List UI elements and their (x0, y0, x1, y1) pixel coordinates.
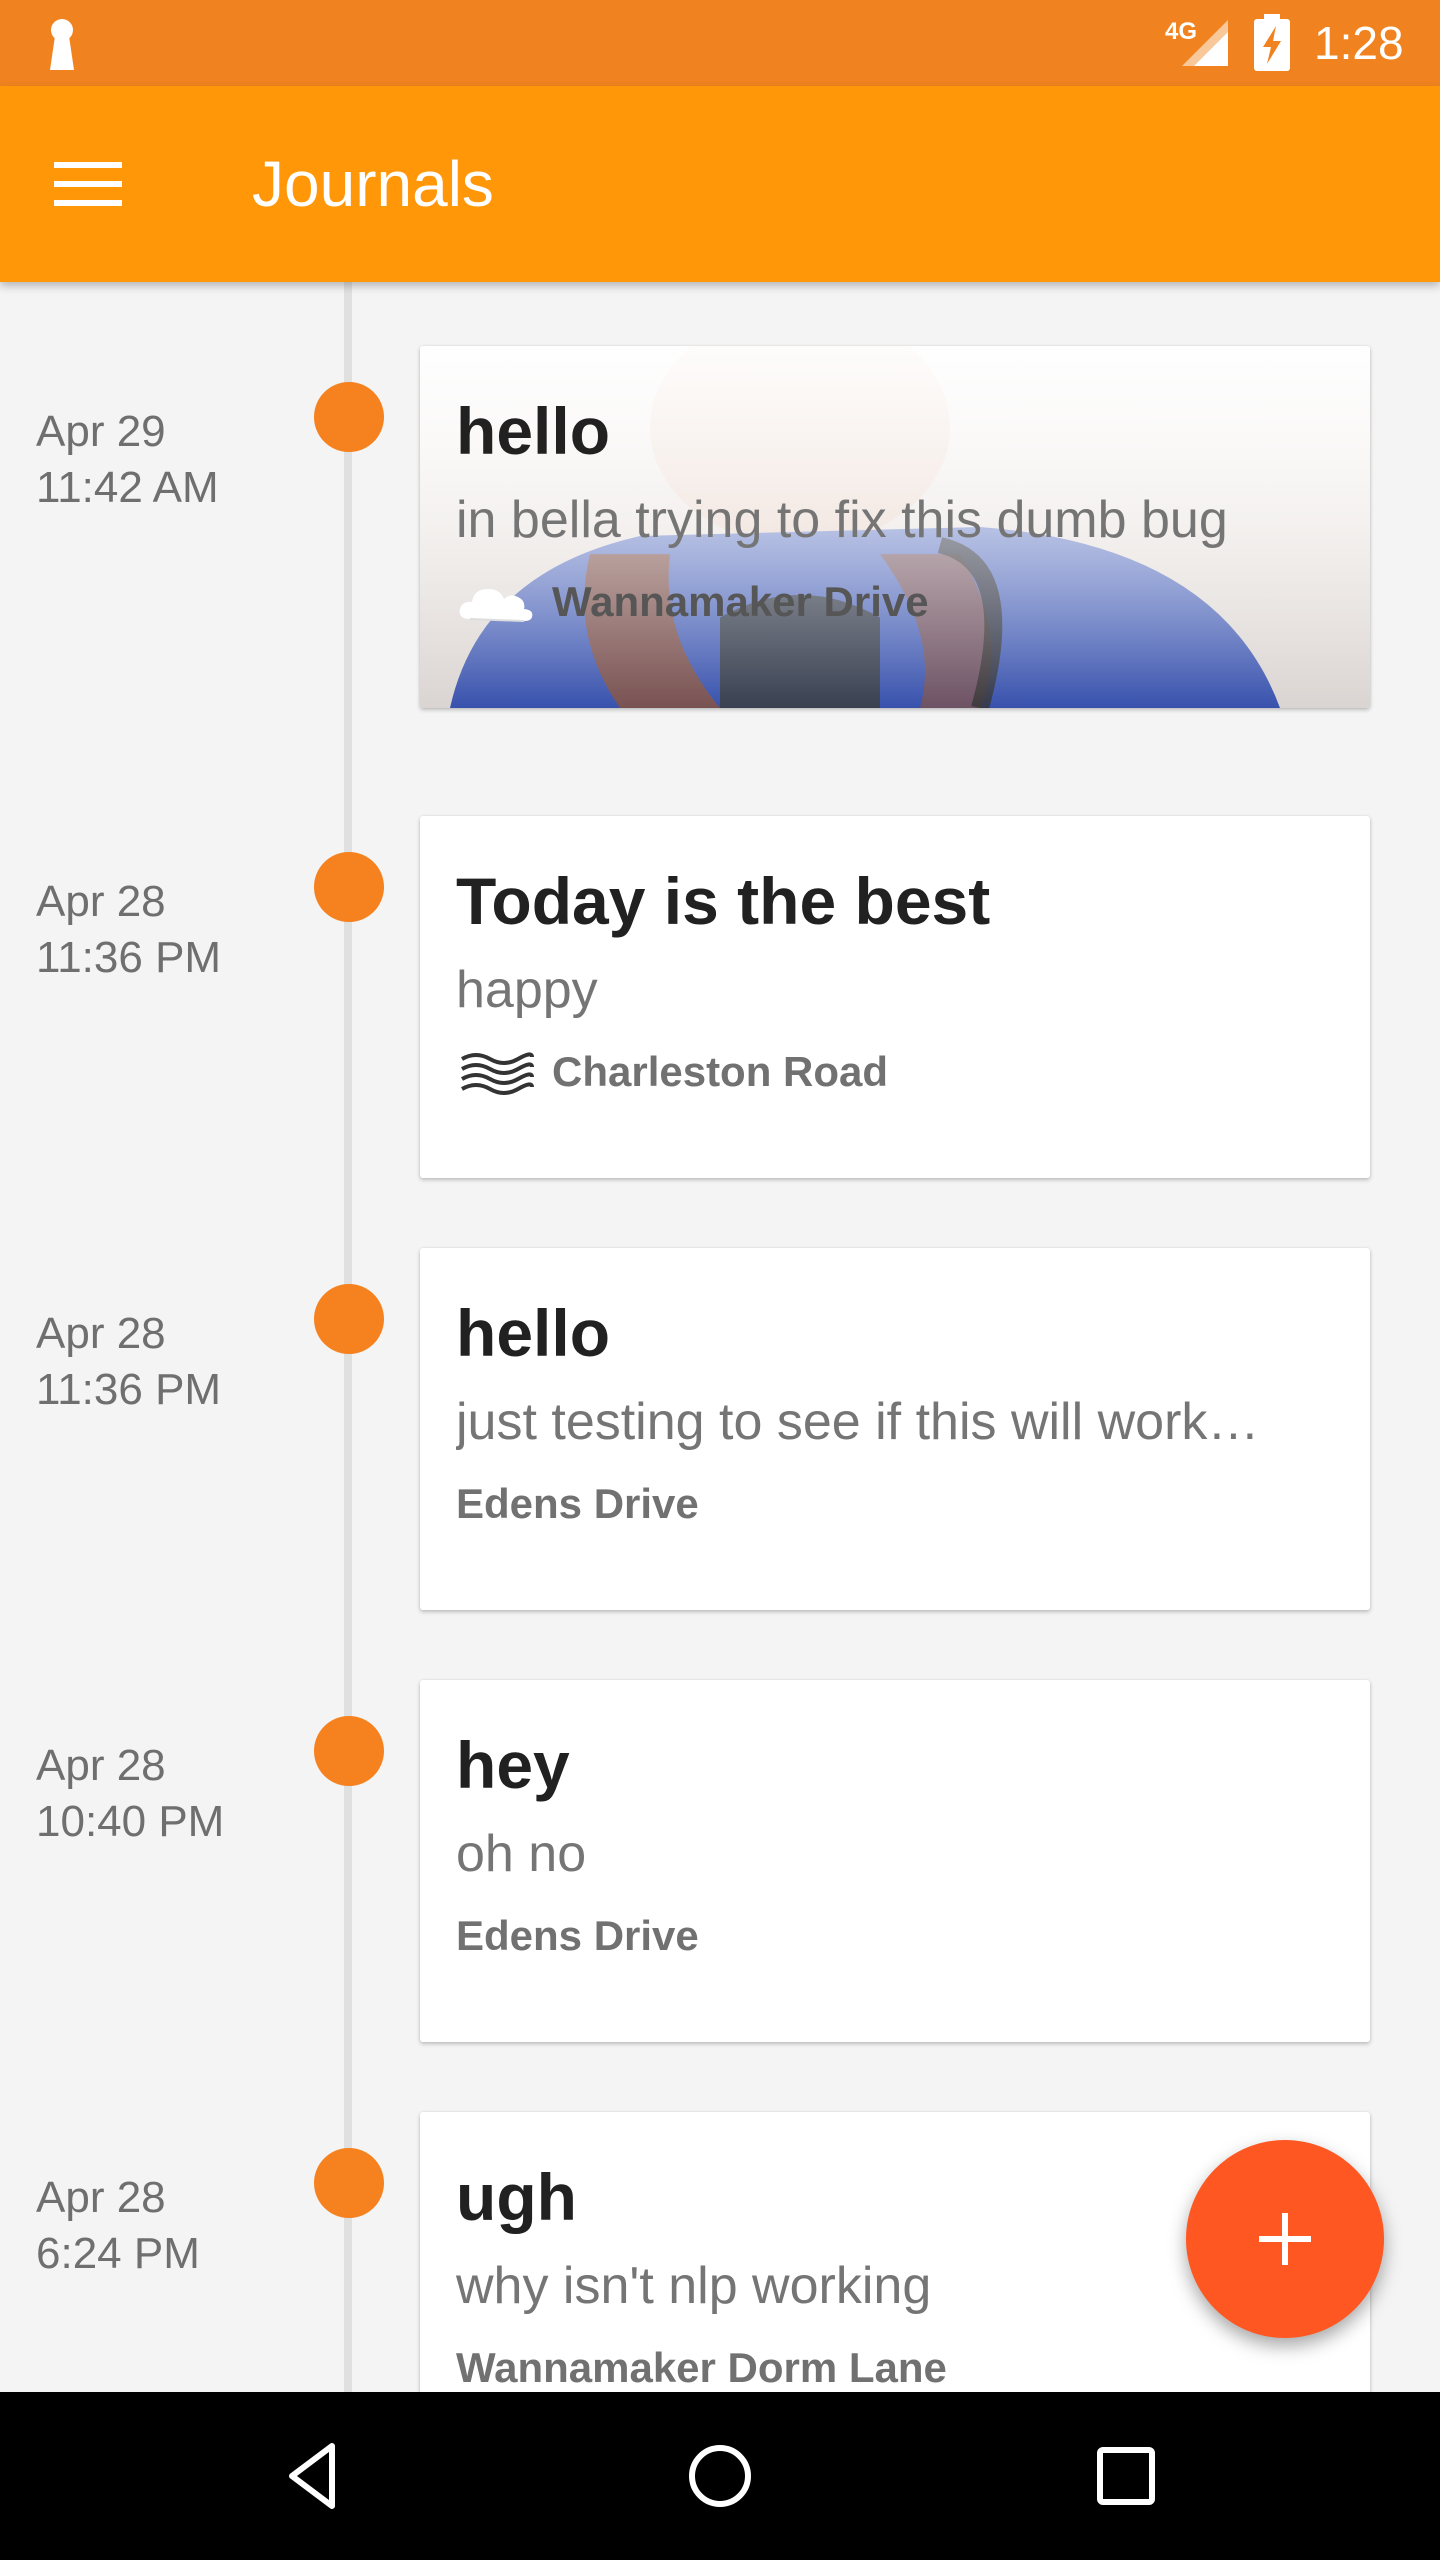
entry-body: in bella trying to fix this dumb bug (456, 491, 1228, 549)
entry-body: happy (456, 961, 598, 1019)
app-bar: Journals (0, 86, 1440, 282)
journal-entry: Apr 28 11:36 PM hello just testing to se… (0, 1248, 1440, 1648)
journal-entry: Apr 29 11:42 AM hello in bella trying to… (0, 346, 1440, 746)
journal-card[interactable]: hello just testing to see if this will w… (420, 1248, 1370, 1610)
entry-location-row: Edens Drive (456, 1476, 1336, 1532)
entry-time: 11:36 PM (36, 933, 222, 982)
entry-datetime: Apr 29 11:42 AM (36, 404, 219, 516)
timeline-dot (314, 1716, 384, 1786)
entry-datetime: Apr 28 10:40 PM (36, 1738, 224, 1850)
fog-icon (461, 1052, 534, 1095)
keyhole-icon (50, 19, 74, 70)
entry-time: 6:24 PM (36, 2229, 200, 2278)
entry-location: Edens Drive (456, 1480, 699, 1527)
entry-location-row: Charleston Road (456, 1044, 1336, 1100)
journal-entry: Apr 28 11:36 PM Today is the best happy … (0, 816, 1440, 1216)
plus-icon (1259, 2213, 1311, 2265)
entry-date: Apr 28 (36, 877, 166, 926)
entry-location-row: Wannamaker Drive (456, 574, 1336, 630)
journal-card[interactable]: hello in bella trying to fix this dumb b… (420, 346, 1370, 708)
nav-home-button[interactable] (670, 2426, 770, 2526)
nav-back-button[interactable] (264, 2426, 364, 2526)
system-nav-bar (0, 2392, 1440, 2560)
add-entry-button[interactable] (1186, 2140, 1384, 2338)
entry-location: Wannamaker Drive (552, 578, 929, 625)
entry-body: just testing to see if this will work… (456, 1393, 1260, 1451)
back-triangle-icon (289, 2443, 335, 2509)
signal-icon (1182, 20, 1228, 66)
entry-date: Apr 29 (36, 407, 166, 456)
cloud-icon (459, 589, 533, 622)
journal-card[interactable]: hey oh no Edens Drive (420, 1680, 1370, 2042)
entry-title: hello (456, 394, 611, 468)
entry-date: Apr 28 (36, 2173, 166, 2222)
entry-location-row: Wannamaker Dorm Lane (456, 2340, 1336, 2396)
entry-time: 11:36 PM (36, 1365, 222, 1414)
journals-screen: 4G 1:28 Journals Apr 29 11:42 AM hello i… (0, 0, 1440, 2560)
hamburger-menu-icon (54, 162, 122, 206)
timeline-dot (314, 852, 384, 922)
entry-date: Apr 28 (36, 1741, 166, 1790)
journal-entry: Apr 28 10:40 PM hey oh no Edens Drive (0, 1680, 1440, 2080)
entry-location: Charleston Road (552, 1048, 889, 1095)
entry-body: oh no (456, 1825, 587, 1883)
home-circle-icon (689, 2445, 751, 2507)
journal-card[interactable]: Today is the best happy Charleston Road (420, 816, 1370, 1178)
recents-square-icon (1097, 2447, 1155, 2505)
entry-title: Today is the best (456, 864, 991, 938)
entry-datetime: Apr 28 11:36 PM (36, 1306, 221, 1418)
entry-location: Edens Drive (456, 1912, 699, 1959)
menu-button[interactable] (40, 146, 136, 222)
entry-location: Wannamaker Dorm Lane (456, 2344, 947, 2391)
entry-title: hey (456, 1728, 570, 1802)
entry-datetime: Apr 28 11:36 PM (36, 874, 221, 986)
entry-location-row: Edens Drive (456, 1908, 1336, 1964)
page-title: Journals (252, 148, 494, 220)
entry-date: Apr 28 (36, 1309, 166, 1358)
timeline-dot (314, 1284, 384, 1354)
battery-charging-icon (1254, 14, 1290, 71)
entry-time: 10:40 PM (36, 1797, 225, 1846)
timeline-dot (314, 382, 384, 452)
status-clock: 1:28 (1314, 17, 1404, 69)
entry-time: 11:42 AM (36, 463, 219, 512)
entry-title: hello (456, 1296, 611, 1370)
timeline-dot (314, 2148, 384, 2218)
status-bar: 4G 1:28 (0, 0, 1440, 86)
nav-recents-button[interactable] (1076, 2426, 1176, 2526)
entry-datetime: Apr 28 6:24 PM (36, 2170, 200, 2282)
